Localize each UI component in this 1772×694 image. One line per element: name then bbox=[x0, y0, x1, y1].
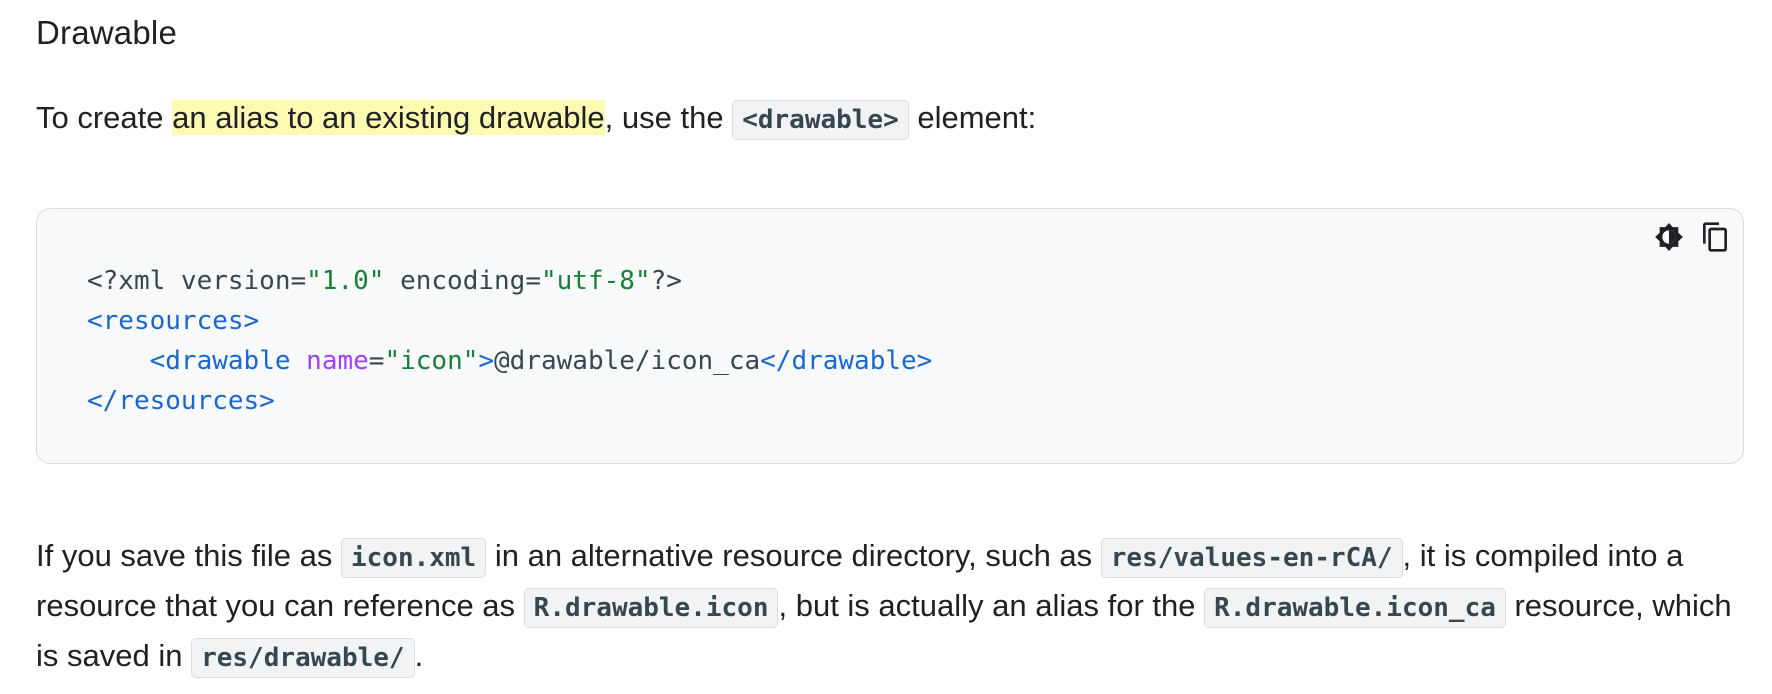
code-tag: </drawable> bbox=[760, 346, 933, 376]
inline-code-r-drawable-icon: R.drawable.icon bbox=[523, 588, 779, 628]
outro-paragraph: If you save this file as icon.xml in an … bbox=[36, 532, 1748, 682]
outro-text: , but is actually an alias for the bbox=[778, 588, 1205, 623]
intro-text: To create bbox=[36, 100, 173, 135]
inline-code-values-dir: res/values-en-rCA/ bbox=[1100, 538, 1403, 578]
code-tag: <resources> bbox=[87, 306, 260, 336]
outro-text: . bbox=[414, 638, 424, 673]
code-token: <?xml version= bbox=[87, 266, 307, 296]
code-string: "utf-8" bbox=[540, 266, 651, 296]
code-block: <?xml version="1.0" encoding="utf-8"?> <… bbox=[36, 208, 1744, 464]
copy-icon[interactable] bbox=[1695, 217, 1735, 257]
code-token: encoding= bbox=[384, 266, 541, 296]
inline-code-r-drawable-icon-ca: R.drawable.icon_ca bbox=[1204, 588, 1506, 628]
code-token: = bbox=[368, 346, 385, 376]
code-tag: <drawable bbox=[149, 346, 291, 376]
code-attribute: name bbox=[290, 346, 369, 376]
intro-paragraph: To create an alias to an existing drawab… bbox=[36, 94, 1036, 144]
intro-text: element: bbox=[908, 100, 1037, 135]
outro-text: in an alternative resource directory, su… bbox=[486, 538, 1101, 573]
code-toolbar bbox=[1649, 217, 1735, 257]
inline-code-drawable: <drawable> bbox=[732, 100, 909, 140]
code-string: "1.0" bbox=[306, 266, 385, 296]
outro-text: If you save this file as bbox=[36, 538, 341, 573]
code-token: ?> bbox=[650, 266, 682, 296]
section-heading: Drawable bbox=[36, 14, 177, 51]
code-tag: > bbox=[478, 346, 495, 376]
code-tag: </resources> bbox=[87, 386, 275, 416]
intro-text: , use the bbox=[604, 100, 733, 135]
theme-toggle-icon[interactable] bbox=[1649, 217, 1689, 257]
code-content: <?xml version="1.0" encoding="utf-8"?> <… bbox=[87, 261, 932, 421]
inline-code-icon-xml: icon.xml bbox=[340, 538, 487, 578]
highlighted-link[interactable]: an alias to an existing drawable bbox=[172, 100, 605, 135]
code-string: "icon" bbox=[384, 346, 479, 376]
inline-code-drawable-dir: res/drawable/ bbox=[191, 638, 415, 678]
code-text: @drawable/icon_ca bbox=[494, 346, 761, 376]
